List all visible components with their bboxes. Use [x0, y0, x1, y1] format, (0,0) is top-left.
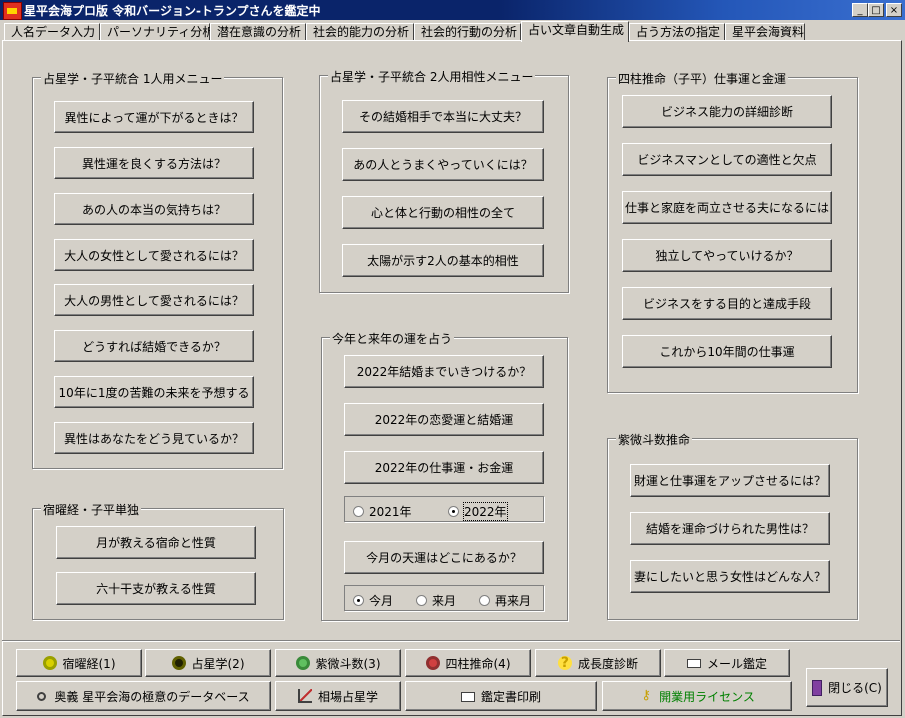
radio-indicator[interactable]	[416, 595, 427, 606]
menu-button[interactable]: 10年に1度の苦難の未来を予想する	[54, 376, 254, 408]
radio-month-after[interactable]: 再来月	[479, 592, 531, 609]
printer-icon	[460, 692, 475, 702]
question-icon: ?	[557, 656, 572, 670]
tab-name-input[interactable]: 人名データ入力	[4, 23, 100, 41]
radio-label: 再来月	[495, 594, 532, 608]
radio-indicator[interactable]	[479, 595, 490, 606]
compat-button[interactable]: 太陽が示す2人の基本的相性	[342, 244, 544, 277]
group-single-menu: 占星学・子平統合 1人用メニュー	[32, 70, 283, 469]
radio-indicator[interactable]	[353, 595, 364, 606]
mail-icon	[686, 658, 701, 668]
radio-indicator[interactable]	[353, 506, 364, 517]
group-title: 紫微斗数推命	[616, 431, 693, 448]
business-button[interactable]: 独立してやっていけるか？	[622, 239, 832, 272]
button-label: 鑑定書印刷	[480, 689, 541, 704]
tab-auto-text[interactable]: 占い文章自動生成	[521, 21, 629, 42]
shibi-mode-button[interactable]: 紫微斗数(3)	[275, 649, 401, 677]
menu-button[interactable]: 大人の男性として愛されるには？	[54, 284, 254, 316]
title-bar: 星平会海プロ版 令和バージョン-トランプさんを鑑定中 _ □ ×	[0, 0, 905, 20]
sukuyo-icon	[42, 656, 57, 670]
compat-button[interactable]: 心と体と行動の相性の全て	[342, 196, 544, 229]
app-icon	[3, 2, 22, 20]
button-label: 占星学(2)	[191, 656, 245, 671]
sukuyo-button[interactable]: 六十干支が教える性質	[56, 572, 256, 605]
maximize-button[interactable]: □	[868, 3, 884, 17]
button-label: 開業用ライセンス	[659, 689, 755, 704]
window-title: 星平会海プロ版 令和バージョン-トランプさんを鑑定中	[24, 4, 321, 18]
mail-appraisal-button[interactable]: メール鑑定	[664, 649, 790, 677]
key-icon: ⚷	[641, 688, 651, 703]
bottom-separator	[2, 640, 900, 642]
sukuyo-mode-button[interactable]: 宿曜経(1)	[16, 649, 142, 677]
tab-materials[interactable]: 星平会海資料	[725, 23, 805, 41]
yearly-button[interactable]: 2022年結婚までいきつけるか？	[344, 355, 544, 388]
yearly-button[interactable]: 2022年の恋愛運と結婚運	[344, 403, 544, 436]
group-title: 宿曜経・子平単独	[41, 501, 142, 518]
radio-indicator[interactable]	[448, 506, 459, 517]
button-label: 奥義 星平会海の極意のデータベース	[54, 689, 250, 704]
shichu-icon	[425, 656, 440, 670]
menu-button[interactable]: 異性はあなたをどう見ているか？	[54, 422, 254, 454]
button-label: 相場占星学	[317, 689, 378, 704]
button-label: 閉じる(C)	[828, 681, 882, 695]
compat-button[interactable]: あの人とうまくやっていくには？	[342, 148, 544, 181]
menu-button[interactable]: どうすれば結婚できるか？	[54, 330, 254, 362]
tenun-button[interactable]: 今月の天運はどこにあるか？	[344, 541, 544, 574]
shibi-button[interactable]: 妻にしたいと思う女性はどんな人？	[630, 560, 830, 593]
radio-label: 今月	[369, 594, 394, 608]
business-button[interactable]: ビジネスをする目的と達成手段	[622, 287, 832, 320]
astrology-mode-button[interactable]: 占星学(2)	[145, 649, 271, 677]
minimize-button[interactable]: _	[852, 3, 868, 17]
button-label: メール鑑定	[706, 656, 767, 671]
market-astrology-button[interactable]: 相場占星学	[275, 681, 401, 711]
license-button[interactable]: ⚷ 開業用ライセンス	[602, 681, 792, 711]
group-title: 占星学・子平統合 1人用メニュー	[41, 70, 225, 87]
group-title: 占星学・子平統合 2人用相性メニュー	[328, 68, 536, 85]
shibi-button[interactable]: 財運と仕事運をアップさせるには？	[630, 464, 830, 497]
chart-icon	[297, 689, 312, 703]
print-button[interactable]: 鑑定書印刷	[405, 681, 597, 711]
growth-diagnosis-button[interactable]: ? 成長度診断	[535, 649, 661, 677]
menu-button[interactable]: あの人の本当の気持ちは？	[54, 193, 254, 225]
group-title: 四柱推命（子平）仕事運と金運	[616, 70, 789, 87]
radio-2022[interactable]: 2022年	[448, 502, 508, 521]
tab-personality[interactable]: パーソナリティ分析	[100, 23, 214, 41]
close-window-button[interactable]: ×	[886, 3, 902, 17]
yearly-button[interactable]: 2022年の仕事運・お金運	[344, 451, 544, 484]
menu-button[interactable]: 異性によって運が下がるときは？	[54, 101, 254, 133]
radio-label: 2022年	[463, 502, 508, 521]
radio-next-month[interactable]: 来月	[416, 592, 456, 609]
button-label: 四柱推命(4)	[445, 656, 511, 671]
button-label: 成長度診断	[577, 656, 638, 671]
database-button[interactable]: 奥義 星平会海の極意のデータベース	[16, 681, 271, 711]
close-button[interactable]: 閉じる(C)	[806, 668, 888, 707]
sukuyo-button[interactable]: 月が教える宿命と性質	[56, 526, 256, 559]
astrology-icon	[171, 656, 186, 670]
radio-label: 来月	[432, 594, 457, 608]
menu-button[interactable]: 異性運を良くする方法は？	[54, 147, 254, 179]
tab-social-ability[interactable]: 社会的能力の分析	[306, 23, 414, 41]
tab-social-behavior[interactable]: 社会的行動の分析	[414, 23, 521, 41]
magnifier-icon	[37, 691, 47, 701]
business-button[interactable]: ビジネスマンとしての適性と欠点	[622, 143, 832, 176]
compat-button[interactable]: その結婚相手で本当に大丈夫？	[342, 100, 544, 133]
button-label: 宿曜経(1)	[62, 656, 116, 671]
button-label: 紫微斗数(3)	[315, 656, 381, 671]
tab-method[interactable]: 占う方法の指定	[629, 23, 725, 41]
business-button[interactable]: 仕事と家庭を両立させる夫になるには	[622, 191, 832, 224]
radio-this-month[interactable]: 今月	[353, 592, 393, 609]
shibi-button[interactable]: 結婚を運命づけられた男性は？	[630, 512, 830, 545]
business-button[interactable]: ビジネス能力の詳細診断	[622, 95, 832, 128]
shibi-icon	[295, 656, 310, 670]
exit-door-icon	[812, 679, 823, 696]
tab-bar: 人名データ入力 パーソナリティ分析 潜在意識の分析 社会的能力の分析 社会的行動…	[0, 21, 905, 42]
business-button[interactable]: これから10年間の仕事運	[622, 335, 832, 368]
radio-2021[interactable]: 2021年	[353, 503, 412, 520]
tab-subconscious[interactable]: 潜在意識の分析	[210, 23, 306, 41]
menu-button[interactable]: 大人の女性として愛されるには？	[54, 239, 254, 271]
shichu-mode-button[interactable]: 四柱推命(4)	[405, 649, 531, 677]
radio-label: 2021年	[369, 505, 412, 519]
group-title: 今年と来年の運を占う	[330, 330, 455, 347]
